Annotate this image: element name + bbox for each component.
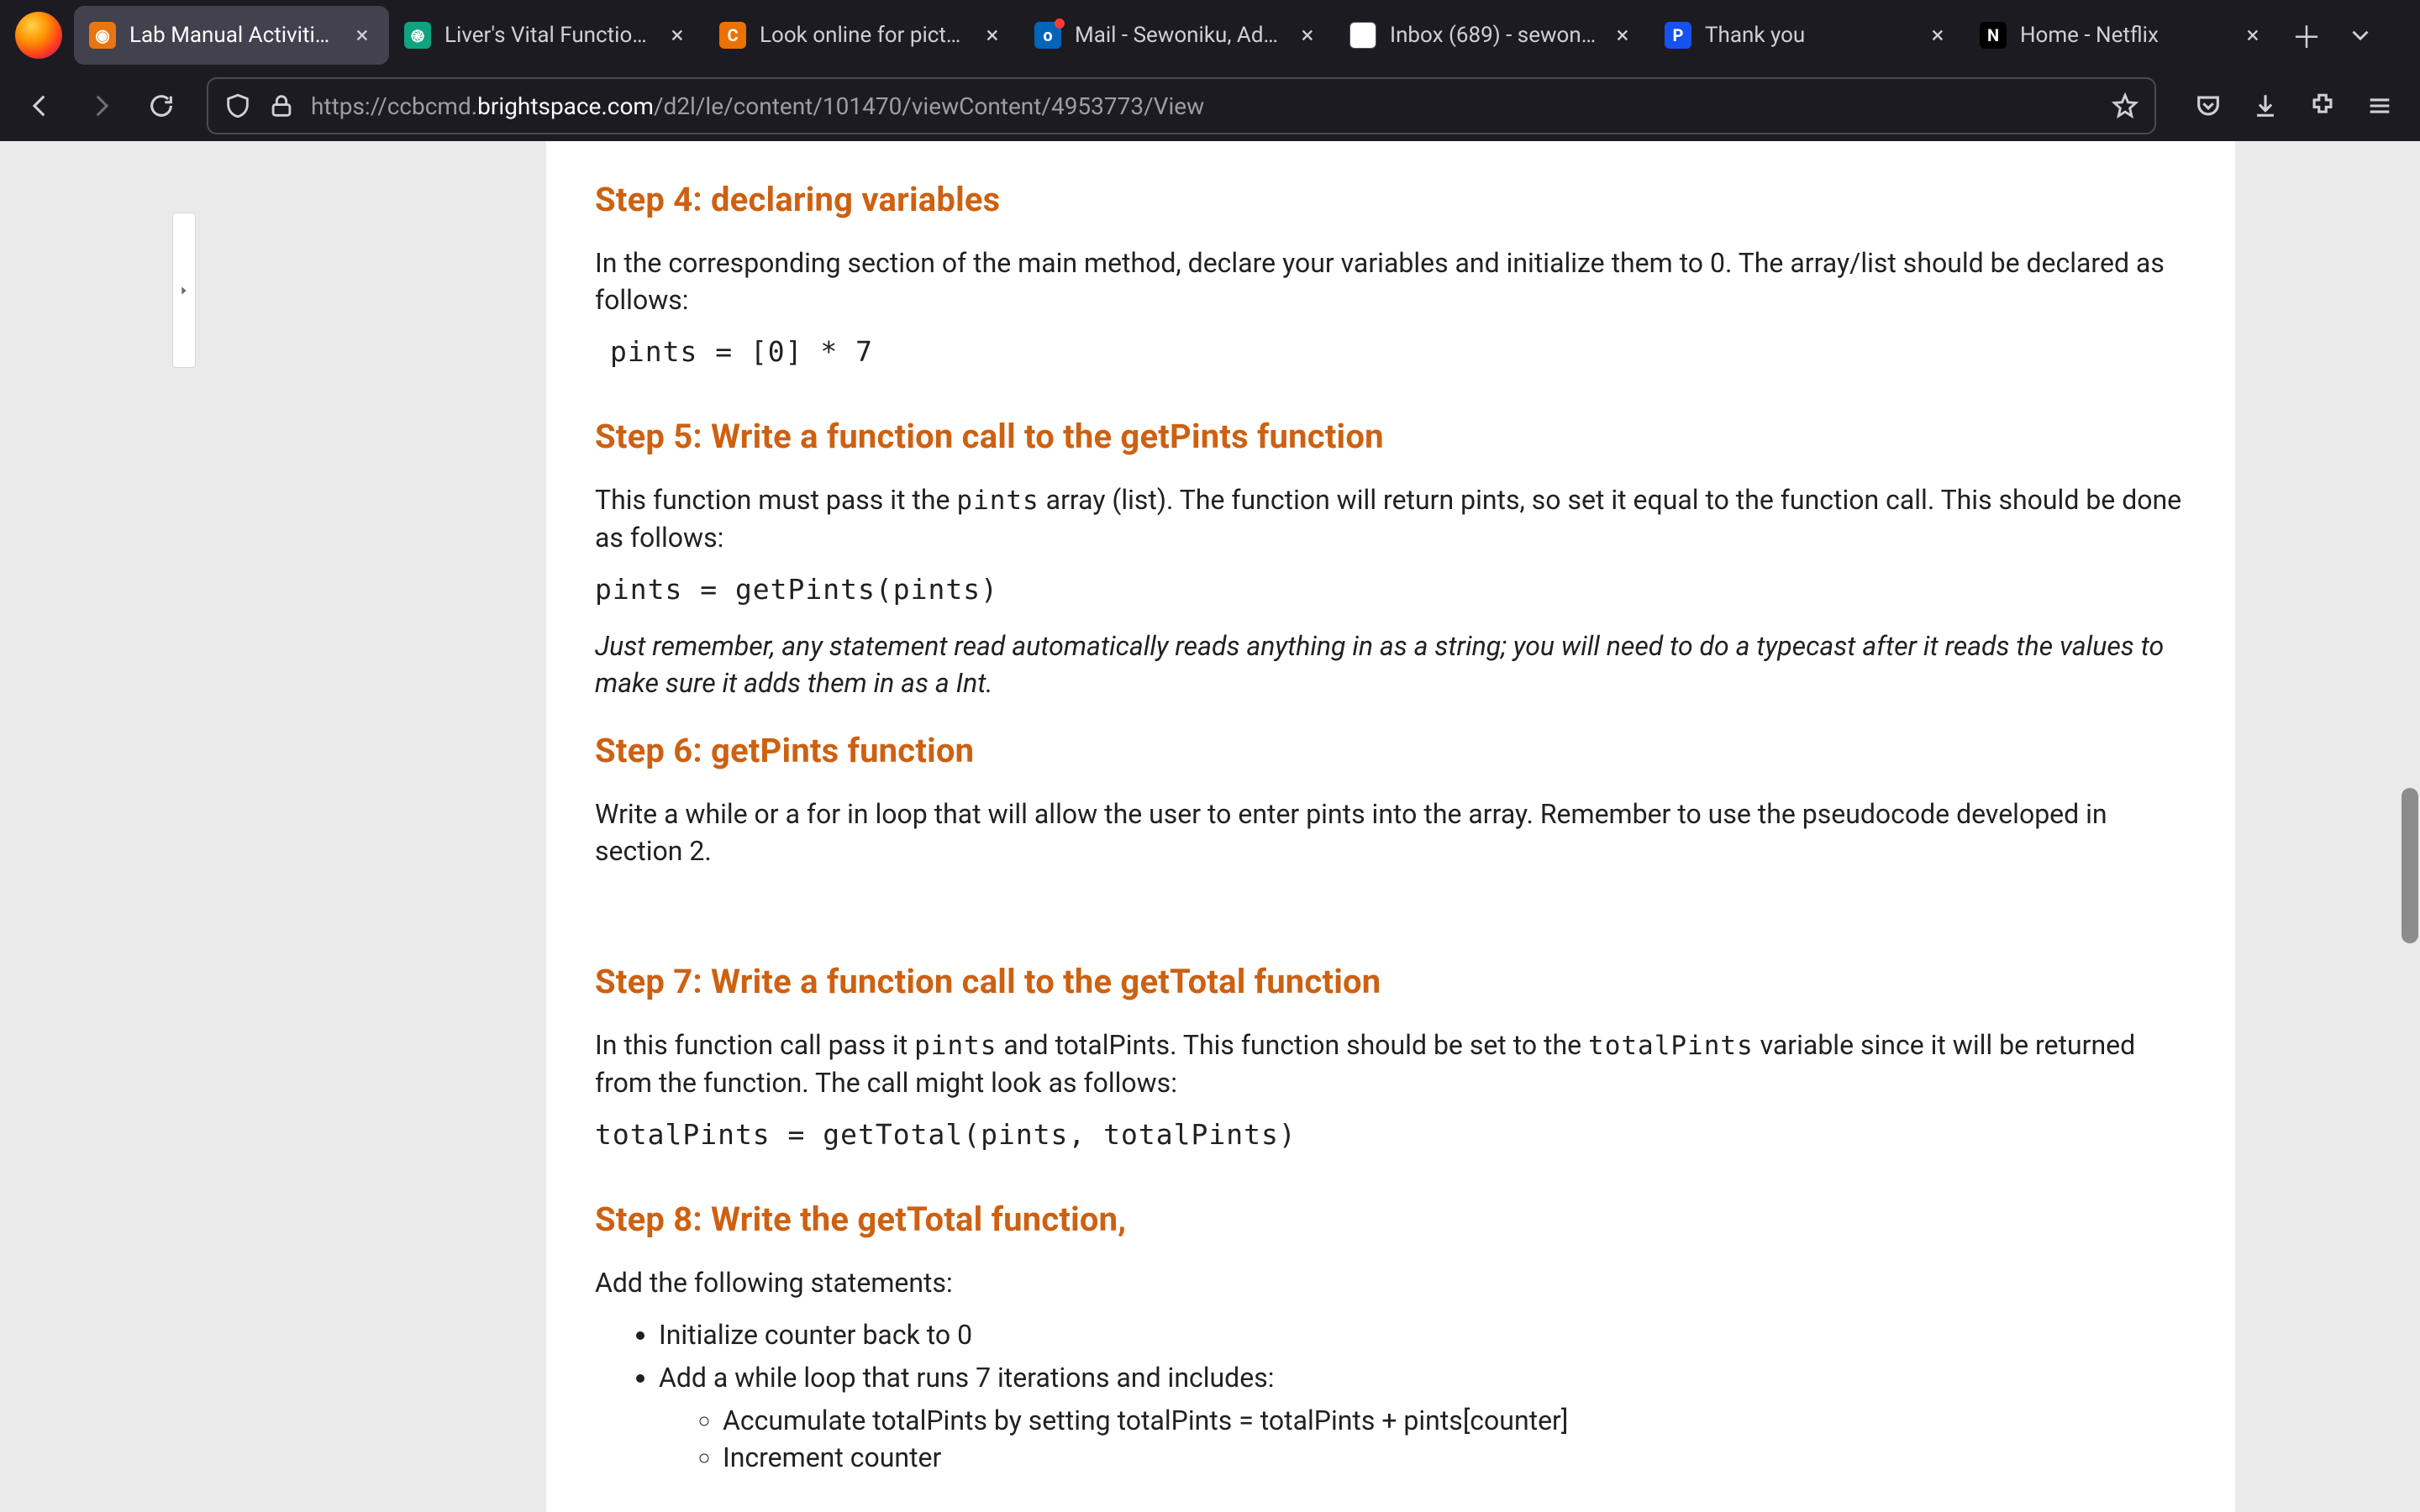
step7-paragraph: In this function call pass it pints and … (595, 1026, 2186, 1101)
step7-heading: Step 7: Write a function call to the get… (595, 962, 2186, 1001)
step4-heading: Step 4: declaring variables (595, 180, 2186, 219)
close-tab-icon[interactable]: × (666, 24, 689, 47)
tab-item[interactable]: Inbox (689) - sewonikua@ × (1334, 6, 1649, 65)
close-tab-icon[interactable]: × (2241, 24, 2265, 47)
tab-title: Look online for pictures o (760, 23, 967, 48)
brightspace-favicon-icon: ◉ (89, 22, 116, 49)
close-tab-icon[interactable]: × (981, 24, 1004, 47)
app-menu-icon[interactable] (2353, 79, 2407, 133)
viewport: Step 4: declaring variables In the corre… (0, 141, 2420, 1512)
shield-icon (224, 92, 252, 120)
p-favicon-icon: P (1665, 22, 1691, 49)
chevron-right-icon (177, 284, 191, 297)
step6-heading: Step 6: getPints function (595, 731, 2186, 770)
bookmark-star-icon[interactable] (2111, 92, 2139, 120)
toolbar: https://ccbcmd.brightspace.com/d2l/le/co… (0, 71, 2420, 141)
gmail-favicon-icon (1349, 22, 1376, 49)
step8-sublist: Accumulate totalPints by setting totalPi… (723, 1402, 2186, 1478)
tab-strip: ◉ Lab Manual Activities 9 - × ֎ Liver's … (0, 0, 2420, 71)
step4-paragraph: In the corresponding section of the main… (595, 244, 2186, 318)
tab-item[interactable]: ֎ Liver's Vital Functions. × (389, 6, 704, 65)
list-item: Add a while loop that runs 7 iterations … (659, 1359, 2186, 1477)
tab-title: Mail - Sewoniku, Adesola (1075, 23, 1282, 48)
tab-active[interactable]: ◉ Lab Manual Activities 9 - × (74, 6, 389, 65)
step8-list: Initialize counter back to 0 Add a while… (659, 1316, 2186, 1477)
lock-icon (267, 92, 296, 120)
address-bar[interactable]: https://ccbcmd.brightspace.com/d2l/le/co… (207, 77, 2156, 134)
pocket-icon[interactable] (2181, 79, 2235, 133)
browser-chrome: ◉ Lab Manual Activities 9 - × ֎ Liver's … (0, 0, 2420, 141)
tab-item[interactable]: P Thank you × (1649, 6, 1965, 65)
tab-item[interactable]: N Home - Netflix × (1965, 6, 2280, 65)
tab-title: Home - Netflix (2020, 23, 2228, 48)
new-tab-button[interactable]: ＋ (2280, 8, 2333, 62)
close-tab-icon[interactable]: × (1926, 24, 1949, 47)
document-area: Step 4: declaring variables In the corre… (229, 141, 2420, 1512)
outlook-favicon-icon: o (1034, 22, 1061, 49)
step5-note: Just remember, any statement read automa… (595, 627, 2186, 701)
step5-paragraph: This function must pass it the pints arr… (595, 481, 2186, 556)
close-tab-icon[interactable]: × (1611, 24, 1634, 47)
reload-button[interactable] (134, 79, 188, 133)
firefox-logo-icon[interactable] (15, 12, 62, 59)
step6-paragraph: Write a while or a for in loop that will… (595, 795, 2186, 869)
downloads-icon[interactable] (2238, 79, 2292, 133)
step5-code: pints = getPints(pints) (595, 573, 2186, 606)
tab-item[interactable]: o Mail - Sewoniku, Adesola × (1019, 6, 1334, 65)
all-tabs-button[interactable] (2333, 8, 2387, 62)
tab-title: Liver's Vital Functions. (445, 23, 652, 48)
tab-title: Lab Manual Activities 9 - (129, 23, 337, 48)
expand-sidebar-handle[interactable] (172, 213, 196, 368)
list-item: Initialize counter back to 0 (659, 1316, 2186, 1354)
step7-code: totalPints = getTotal(pints, totalPints) (595, 1118, 2186, 1151)
tab-title: Inbox (689) - sewonikua@ (1390, 23, 1597, 48)
left-rail (0, 141, 229, 1512)
list-item: Accumulate totalPints by setting totalPi… (723, 1402, 2186, 1440)
back-button[interactable] (13, 79, 67, 133)
step4-code: pints = [0] * 7 (610, 335, 2186, 368)
step5-heading: Step 5: Write a function call to the get… (595, 417, 2186, 456)
extensions-icon[interactable] (2296, 79, 2349, 133)
document-page: Step 4: declaring variables In the corre… (546, 141, 2235, 1512)
scrollbar-thumb[interactable] (2402, 788, 2418, 943)
tab-item[interactable]: C Look online for pictures o × (704, 6, 1019, 65)
step8-heading: Step 8: Write the getTotal function, (595, 1200, 2186, 1239)
scrollbar-track[interactable] (2395, 141, 2420, 1512)
tab-title: Thank you (1705, 23, 1912, 48)
step8-paragraph: Add the following statements: (595, 1264, 2186, 1301)
chegg-favicon-icon: C (719, 22, 746, 49)
close-tab-icon[interactable]: × (1296, 24, 1319, 47)
forward-button[interactable] (74, 79, 128, 133)
url-text: https://ccbcmd.brightspace.com/d2l/le/co… (311, 92, 2096, 120)
chatgpt-favicon-icon: ֎ (404, 22, 431, 49)
netflix-favicon-icon: N (1980, 22, 2007, 49)
close-tab-icon[interactable]: × (350, 24, 374, 47)
list-item: Increment counter (723, 1439, 2186, 1477)
